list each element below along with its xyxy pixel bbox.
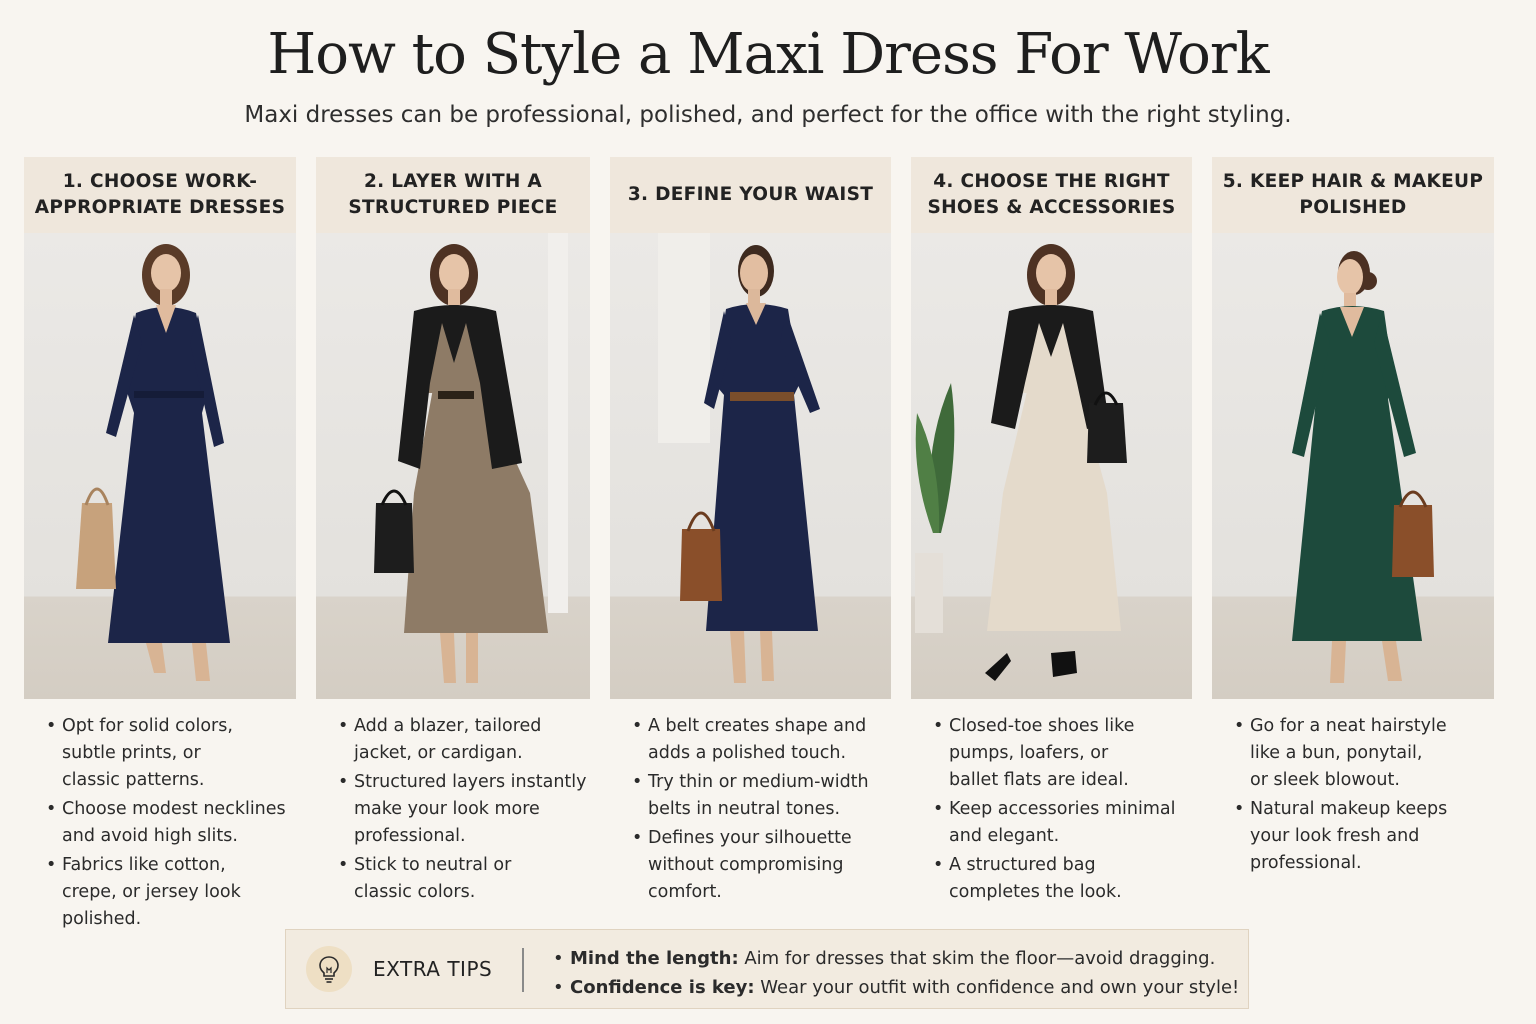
step-heading: 1. CHOOSE WORK- APPROPRIATE DRESSES xyxy=(24,157,296,233)
lightbulb-icon xyxy=(306,946,352,992)
woman-blazer-print-dress-figure xyxy=(374,233,568,683)
tip-item: Choose modest necklines and avoid high s… xyxy=(46,796,296,850)
tip-list: Closed-toe shoes like pumps, loafers, or… xyxy=(911,713,1192,906)
tip-item: Add a blazer, tailored jacket, or cardig… xyxy=(338,713,590,767)
page-subtitle: Maxi dresses can be professional, polish… xyxy=(244,102,1292,128)
step-card-2: 2. LAYER WITH A STRUCTURED PIECE Add a b… xyxy=(316,157,590,908)
step-heading: 4. CHOOSE THE RIGHT SHOES & ACCESSORIES xyxy=(911,157,1192,233)
woman-blazer-heels-figure xyxy=(915,244,1127,681)
woman-belted-shirt-dress-figure xyxy=(658,233,820,683)
tip-item: Go for a neat hairstyle like a bun, pony… xyxy=(1234,713,1494,794)
tip-item: A belt creates shape and adds a polished… xyxy=(632,713,891,767)
step-heading-line: STRUCTURED PIECE xyxy=(348,197,558,218)
tip-item: Defines your silhouette without compromi… xyxy=(632,825,891,906)
page-title: How to Style a Maxi Dress For Work xyxy=(267,22,1269,87)
outfit-photo xyxy=(24,233,296,699)
tip-list: Opt for solid colors, subtle prints, or … xyxy=(24,713,296,933)
tip-list: A belt creates shape and adds a polished… xyxy=(610,713,891,906)
tip-item: Natural makeup keeps your look fresh and… xyxy=(1234,796,1494,877)
step-card-1: 1. CHOOSE WORK- APPROPRIATE DRESSES Opt … xyxy=(24,157,296,935)
step-heading-line: 3. DEFINE YOUR WAIST xyxy=(627,184,874,205)
outfit-photo xyxy=(316,233,590,699)
extra-tips-label: EXTRA TIPS xyxy=(373,957,493,981)
step-card-5: 5. KEEP HAIR & MAKEUP POLISHED Go for a … xyxy=(1212,157,1494,879)
step-heading-line: 5. KEEP HAIR & MAKEUP xyxy=(1222,171,1484,192)
step-heading-line: APPROPRIATE DRESSES xyxy=(34,197,286,218)
tip-item: Keep accessories minimal and elegant. xyxy=(933,796,1192,850)
extra-tips-box: EXTRA TIPS Mind the length: Aim for dres… xyxy=(285,929,1249,1009)
step-heading-line: SHOES & ACCESSORIES xyxy=(927,197,1176,218)
woman-green-wrap-dress-figure xyxy=(1292,251,1434,683)
step-heading-line: POLISHED xyxy=(1299,197,1407,218)
step-card-4: 4. CHOOSE THE RIGHT SHOES & ACCESSORIES … xyxy=(911,157,1192,908)
tip-list: Add a blazer, tailored jacket, or cardig… xyxy=(316,713,590,906)
step-heading-line: 2. LAYER WITH A xyxy=(363,171,543,192)
extra-tips-list: Mind the length: Aim for dresses that sk… xyxy=(553,944,1239,1002)
step-heading: 3. DEFINE YOUR WAIST xyxy=(610,157,891,233)
tip-list: Go for a neat hairstyle like a bun, pony… xyxy=(1212,713,1494,877)
tip-item: Try thin or medium-width belts in neutra… xyxy=(632,769,891,823)
step-heading-line: 1. CHOOSE WORK- xyxy=(62,171,258,192)
tip-item: Structured layers instantly make your lo… xyxy=(338,769,590,850)
step-card-3: 3. DEFINE YOUR WAIST A belt creates shap… xyxy=(610,157,891,908)
divider xyxy=(522,948,524,992)
tip-item: Fabrics like cotton, crepe, or jersey lo… xyxy=(46,852,296,933)
extra-tip-item: Mind the length: Aim for dresses that sk… xyxy=(553,944,1239,973)
tip-item: A structured bag completes the look. xyxy=(933,852,1192,906)
woman-navy-wrap-dress-figure xyxy=(76,244,230,681)
tip-item: Stick to neutral or classic colors. xyxy=(338,852,590,906)
step-heading: 5. KEEP HAIR & MAKEUP POLISHED xyxy=(1212,157,1494,233)
outfit-photo xyxy=(610,233,891,699)
extra-tip-item: Confidence is key: Wear your outfit with… xyxy=(553,973,1239,1002)
step-heading-line: 4. CHOOSE THE RIGHT xyxy=(933,171,1170,192)
outfit-photo xyxy=(1212,233,1494,699)
step-heading: 2. LAYER WITH A STRUCTURED PIECE xyxy=(316,157,590,233)
tip-item: Opt for solid colors, subtle prints, or … xyxy=(46,713,296,794)
tip-item: Closed-toe shoes like pumps, loafers, or… xyxy=(933,713,1192,794)
outfit-photo xyxy=(911,233,1192,699)
